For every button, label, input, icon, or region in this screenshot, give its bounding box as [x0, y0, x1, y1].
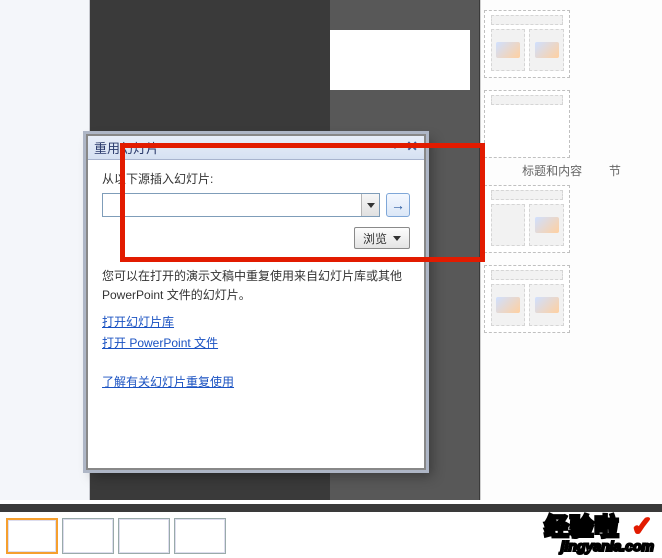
layout-tile[interactable]	[484, 90, 570, 158]
watermark-name: 经验啦	[545, 514, 620, 541]
content-placeholder-icon	[535, 42, 559, 58]
layout-tile[interactable]	[484, 185, 570, 253]
layout-tile[interactable]	[484, 265, 570, 333]
watermark-domain: jingyanla.com	[545, 538, 654, 554]
browse-button[interactable]: 浏览	[354, 227, 410, 249]
taskbar-thumb[interactable]	[6, 518, 58, 554]
layout-caption: 标题和内容 节	[483, 162, 660, 179]
browse-button-label: 浏览	[363, 230, 387, 247]
taskbar-thumb[interactable]	[118, 518, 170, 554]
chevron-down-icon[interactable]	[361, 194, 379, 216]
thumbnail-rail	[0, 0, 90, 500]
learn-more-link[interactable]: 了解有关幻灯片重复使用	[102, 373, 234, 390]
check-icon: ✓	[631, 511, 654, 541]
task-pane-menu-dropdown[interactable]	[390, 143, 400, 149]
content-placeholder-icon	[496, 297, 520, 313]
go-button[interactable]: →	[386, 193, 410, 217]
reuse-slides-task-pane: 重用幻灯片 ✕ 从以下源插入幻灯片: → 浏览 您可以在打开的演示文稿中重复使用…	[86, 134, 426, 470]
task-pane-header: 重用幻灯片 ✕	[88, 136, 424, 160]
watermark: 经验啦 ✓ jingyanla.com	[545, 507, 654, 554]
layout-tile[interactable]	[484, 10, 570, 78]
open-powerpoint-file-link[interactable]: 打开 PowerPoint 文件	[102, 334, 218, 351]
task-pane-title: 重用幻灯片	[94, 138, 159, 157]
taskbar-thumb[interactable]	[62, 518, 114, 554]
description-text: 您可以在打开的演示文稿中重复使用来自幻灯片库或其他 PowerPoint 文件的…	[102, 267, 410, 305]
task-pane-body: 从以下源插入幻灯片: → 浏览 您可以在打开的演示文稿中重复使用来自幻灯片库或其…	[88, 160, 424, 468]
source-input[interactable]	[103, 194, 361, 216]
close-icon[interactable]: ✕	[406, 140, 418, 152]
taskbar-thumbnails	[6, 518, 226, 554]
source-combobox[interactable]	[102, 193, 380, 217]
ribbon-panel	[330, 30, 470, 90]
taskbar-thumb[interactable]	[174, 518, 226, 554]
content-placeholder-icon	[535, 297, 559, 313]
content-placeholder-icon	[496, 42, 520, 58]
insert-from-label: 从以下源插入幻灯片:	[102, 170, 410, 187]
slide-layout-gallery: 标题和内容 节	[480, 0, 662, 500]
open-slide-library-link[interactable]: 打开幻灯片库	[102, 313, 174, 330]
content-placeholder-icon	[535, 217, 559, 233]
